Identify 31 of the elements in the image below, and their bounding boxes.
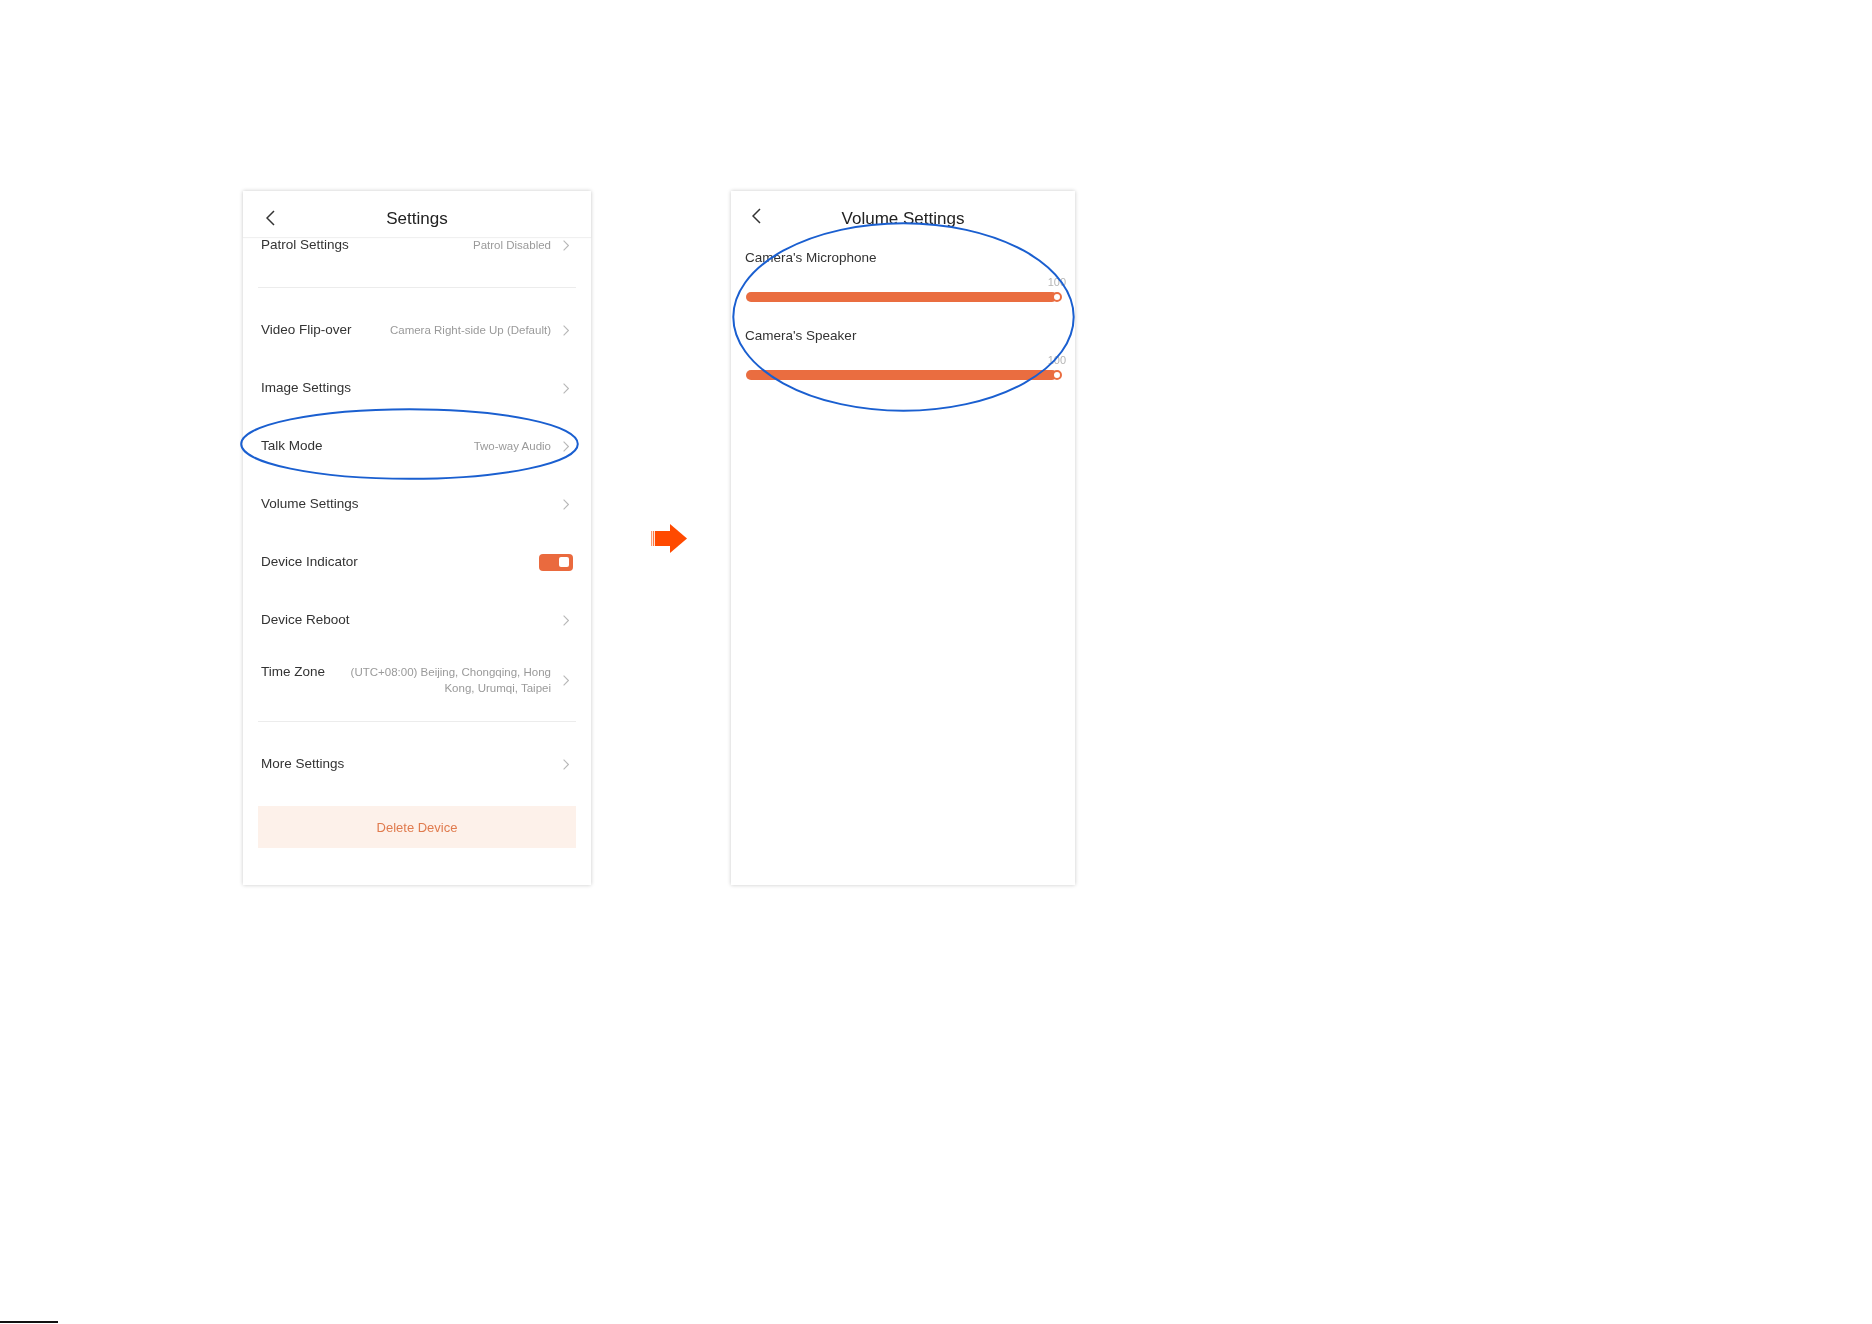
setting-label: Image Settings	[261, 380, 352, 396]
setting-value: Patrol Disabled	[473, 238, 551, 253]
slider-thumb[interactable]	[1052, 292, 1062, 302]
screen-title: Settings	[386, 209, 448, 229]
setting-label: Device Indicator	[261, 554, 358, 570]
toggle-switch[interactable]	[539, 553, 573, 571]
setting-label: Video Flip-over	[261, 322, 352, 338]
setting-label: More Settings	[261, 756, 345, 772]
setting-label: Volume Settings	[261, 496, 359, 512]
screen-title: Volume Settings	[841, 209, 965, 229]
setting-label: Talk Mode	[261, 438, 323, 454]
setting-value: Camera Right-side Up (Default)	[389, 323, 551, 338]
setting-label: Time Zone	[261, 664, 326, 680]
chevron-right-icon[interactable]	[563, 498, 569, 510]
delete-device-button[interactable]: Delete Device	[258, 806, 576, 848]
chevron-right-icon[interactable]	[563, 440, 569, 452]
back-icon[interactable]	[752, 208, 761, 224]
setting-value: Two-way Audio	[473, 439, 551, 454]
slider-thumb[interactable]	[1052, 370, 1062, 380]
setting-label: Patrol Settings	[261, 237, 349, 253]
back-icon[interactable]	[266, 210, 275, 226]
chevron-right-icon[interactable]	[563, 324, 569, 336]
slider-label: Camera's Speaker	[745, 328, 857, 344]
chevron-right-icon[interactable]	[563, 674, 569, 686]
chevron-right-icon[interactable]	[563, 614, 569, 626]
chevron-right-icon[interactable]	[563, 382, 569, 394]
right-arrow-icon	[651, 523, 687, 553]
setting-value: (UTC+08:00) Beijing, Chongqing, Hong Kong, Urumqi, Taipei	[349, 665, 551, 696]
chevron-right-icon[interactable]	[563, 758, 569, 770]
setting-label: Device Reboot	[261, 612, 350, 628]
chevron-right-icon[interactable]	[563, 239, 569, 251]
